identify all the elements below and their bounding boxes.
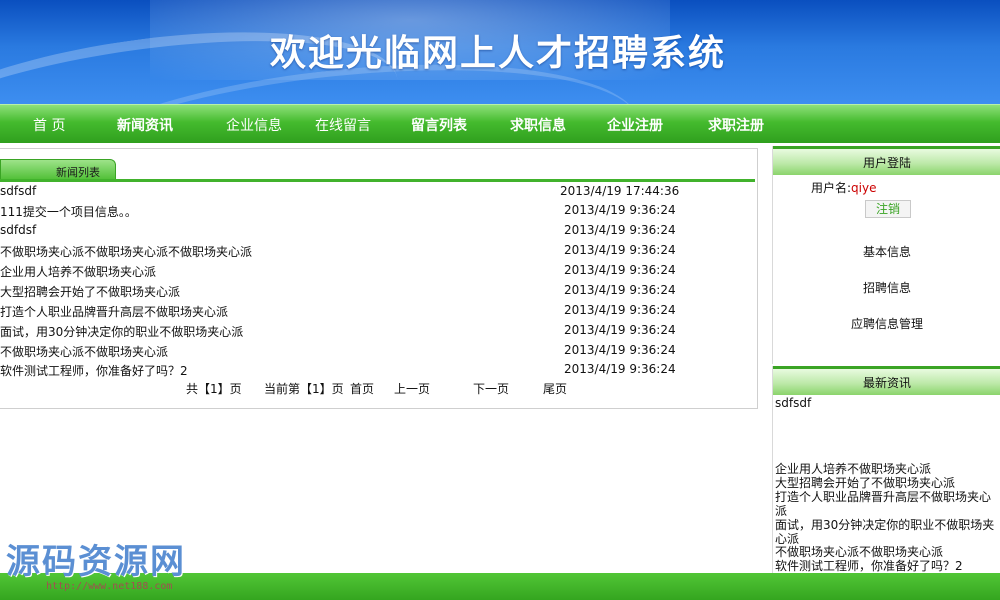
header-banner: 欢迎光临网上人才招聘系统 (0, 0, 1000, 104)
table-row: 不做职场夹心派不做职场夹心派不做职场夹心派 2013/4/19 9:36:24 (0, 240, 757, 260)
news-title-link[interactable]: sdfsdf (0, 184, 36, 198)
latest-news-title: 最新资讯 (862, 376, 911, 390)
news-date: 2013/4/19 9:36:24 (564, 223, 676, 237)
user-login-panel: 用户登陆 用户名:qiye 注销 基本信息 招聘信息 应聘信息管理 (772, 146, 1000, 364)
news-date: 2013/4/19 9:36:24 (564, 243, 676, 257)
news-title-link[interactable]: 不做职场夹心派不做职场夹心派不做职场夹心派 (0, 243, 252, 260)
pagination: 共【1】页 当前第【1】页 首页 上一页 下一页 尾页 (0, 378, 757, 398)
nav-item-company-register[interactable]: 企业注册 (607, 115, 663, 135)
latest-news-item[interactable]: 不做职场夹心派不做职场夹心派 (775, 545, 999, 559)
pager-first-link[interactable]: 首页 (350, 380, 374, 397)
side-link-application-management[interactable]: 应聘信息管理 (773, 315, 1000, 332)
news-date: 2013/4/19 9:36:24 (564, 323, 676, 337)
news-date: 2013/4/19 9:36:24 (564, 343, 676, 357)
current-user: 用户名:qiye (811, 179, 876, 196)
news-date: 2013/4/19 9:36:24 (564, 263, 676, 277)
news-title-link[interactable]: 不做职场夹心派不做职场夹心派 (0, 343, 168, 360)
username-label: 用户名: (811, 181, 852, 195)
username-value: qiye (851, 181, 877, 195)
table-row: sdfdsf 2013/4/19 9:36:24 (0, 220, 757, 240)
table-row: sdfsdf 2013/4/19 17:44:36 (0, 181, 757, 201)
latest-news-item[interactable]: 面试，用30分钟决定你的职业不做职场夹心派 (775, 518, 999, 546)
pager-current: 当前第【1】页 (264, 382, 344, 396)
table-row: 打造个人职业品牌晋升高层不做职场夹心派 2013/4/19 9:36:24 (0, 300, 757, 320)
news-title-link[interactable]: 企业用人培养不做职场夹心派 (0, 263, 156, 280)
latest-news-item[interactable]: 企业用人培养不做职场夹心派 (775, 462, 999, 476)
news-title-link[interactable]: 面试，用30分钟决定你的职业不做职场夹心派 (0, 323, 243, 340)
news-date: 2013/4/19 17:44:36 (560, 184, 680, 198)
latest-news-item[interactable]: sdfsdf (775, 396, 999, 410)
news-date: 2013/4/19 9:36:24 (564, 362, 676, 376)
latest-news-item[interactable]: 打造个人职业品牌晋升高层不做职场夹心派 (775, 490, 999, 518)
logout-button[interactable]: 注销 (865, 200, 911, 218)
nav-item-news[interactable]: 新闻资讯 (117, 115, 173, 135)
pager-total: 共【1】页 (186, 382, 242, 396)
nav-item-job-seekers[interactable]: 求职信息 (510, 115, 566, 135)
nav-item-message-list[interactable]: 留言列表 (411, 115, 467, 135)
nav-item-home[interactable]: 首 页 (33, 115, 65, 135)
news-date: 2013/4/19 9:36:24 (564, 203, 676, 217)
main-nav: 首 页 新闻资讯 企业信息 在线留言 留言列表 求职信息 企业注册 求职注册 (0, 104, 1000, 143)
latest-news-panel: 最新资讯 sdfsdf 企业用人培养不做职场夹心派 大型招聘会开始了不做职场夹心… (772, 366, 1000, 576)
table-row: 面试，用30分钟决定你的职业不做职场夹心派 2013/4/19 9:36:24 (0, 320, 757, 340)
news-title-link[interactable]: 111提交一个项目信息。。 (0, 203, 137, 220)
user-login-header: 用户登陆 (773, 146, 1000, 175)
table-row: 111提交一个项目信息。。 2013/4/19 9:36:24 (0, 200, 757, 220)
latest-news-item[interactable]: 软件测试工程师，你准备好了吗？2 (775, 559, 999, 573)
side-link-job-postings[interactable]: 招聘信息 (773, 279, 1000, 296)
tab-news-list[interactable]: 新闻列表 (0, 159, 116, 180)
latest-news-header: 最新资讯 (773, 366, 1000, 395)
watermark-logo: 源码资源网 http://www.net188.com (6, 534, 206, 596)
watermark-url: http://www.net188.com (46, 581, 173, 592)
table-row: 不做职场夹心派不做职场夹心派 2013/4/19 9:36:24 (0, 340, 757, 360)
news-title-link[interactable]: 软件测试工程师，你准备好了吗？2 (0, 362, 188, 379)
table-row: 软件测试工程师，你准备好了吗？2 2013/4/19 9:36:24 (0, 359, 757, 379)
nav-item-seeker-register[interactable]: 求职注册 (708, 115, 764, 135)
news-date: 2013/4/19 9:36:24 (564, 283, 676, 297)
nav-item-companies[interactable]: 企业信息 (226, 115, 282, 135)
user-login-title: 用户登陆 (862, 156, 911, 170)
table-row: 企业用人培养不做职场夹心派 2013/4/19 9:36:24 (0, 260, 757, 280)
pager-last-link[interactable]: 尾页 (543, 380, 567, 397)
news-title-link[interactable]: 打造个人职业品牌晋升高层不做职场夹心派 (0, 303, 228, 320)
pager-prev-link[interactable]: 上一页 (394, 380, 430, 397)
site-title: 欢迎光临网上人才招聘系统 (270, 33, 727, 74)
news-list-panel: 新闻列表 sdfsdf 2013/4/19 17:44:36 111提交一个项目… (0, 148, 758, 409)
news-title-link[interactable]: sdfdsf (0, 223, 36, 237)
pager-next-link[interactable]: 下一页 (473, 380, 509, 397)
tab-news-list-label: 新闻列表 (56, 166, 100, 179)
news-title-link[interactable]: 大型招聘会开始了不做职场夹心派 (0, 283, 180, 300)
side-link-basic-info[interactable]: 基本信息 (773, 243, 1000, 260)
latest-news-item[interactable]: 大型招聘会开始了不做职场夹心派 (775, 476, 999, 490)
table-row: 大型招聘会开始了不做职场夹心派 2013/4/19 9:36:24 (0, 280, 757, 300)
watermark-text: 源码资源网 (6, 542, 186, 582)
news-date: 2013/4/19 9:36:24 (564, 303, 676, 317)
nav-item-leave-message[interactable]: 在线留言 (315, 115, 371, 135)
